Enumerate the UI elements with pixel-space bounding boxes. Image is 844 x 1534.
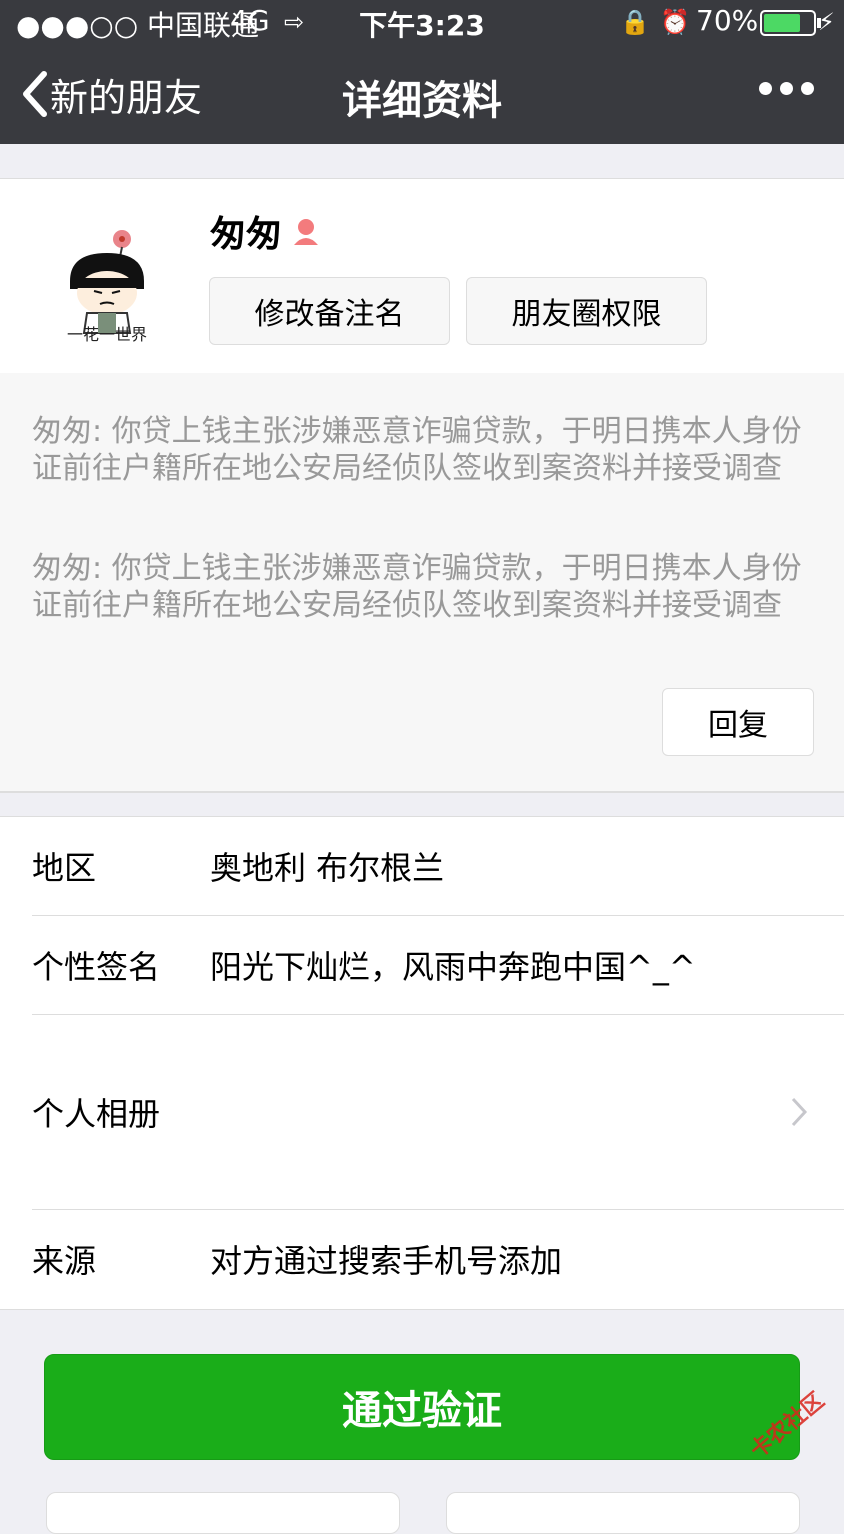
album-label: 个人相册	[32, 1095, 161, 1133]
region-value: 奥地利 布尔根兰	[210, 849, 445, 887]
alarm-icon: ⏰	[660, 8, 690, 36]
contact-name-text: 匆匆	[210, 214, 283, 255]
status-bar: ●●●○○ 中国联通 4G ⇨ 下午3:23 🔒 ⏰ 70% ⚡	[0, 0, 844, 44]
source-row: 来源 对方通过搜索手机号添加	[32, 1210, 844, 1308]
nav-bar: 新的朋友 详细资料	[0, 44, 844, 144]
edit-remark-button[interactable]: 修改备注名	[209, 277, 450, 345]
battery-icon	[760, 10, 826, 43]
source-value: 对方通过搜索手机号添加	[210, 1242, 563, 1280]
region-label: 地区	[32, 849, 97, 887]
message-text: 匆匆: 你贷上钱主张涉嫌恶意诈骗贷款，于明日携本人身份证前往户籍所在地公安局经侦…	[32, 551, 802, 623]
signature-value: 阳光下灿烂，风雨中奔跑中国^_^	[210, 948, 696, 986]
message-text: 匆匆: 你贷上钱主张涉嫌恶意诈骗贷款，于明日携本人身份证前往户籍所在地公安局经侦…	[32, 414, 802, 486]
contact-name: 匆匆	[210, 205, 322, 257]
region-row: 地区 奥地利 布尔根兰	[32, 817, 844, 915]
signature-label: 个性签名	[32, 948, 161, 986]
page-title: 详细资料	[342, 78, 502, 124]
avatar[interactable]: 一花一世界	[32, 201, 182, 351]
bottom-left-button[interactable]	[46, 1492, 400, 1534]
accept-verification-button[interactable]: 通过验证	[44, 1354, 800, 1460]
reply-button[interactable]: 回复	[662, 688, 814, 756]
album-row[interactable]: 个人相册	[32, 1015, 844, 1209]
info-list: 地区 奥地利 布尔根兰 个性签名 阳光下灿烂，风雨中奔跑中国^_^ 个人相册 来…	[0, 816, 844, 1310]
chevron-right-icon	[791, 1097, 808, 1127]
orientation-lock-icon: 🔒	[620, 8, 650, 36]
more-button[interactable]	[759, 82, 814, 95]
charging-icon: ⚡	[818, 8, 835, 36]
profile-card: 一花一世界 匆匆 修改备注名 朋友圈权限	[0, 178, 844, 374]
more-dots-icon	[759, 82, 772, 95]
battery-percent: 70%	[696, 4, 759, 37]
avatar-caption: 一花一世界	[66, 325, 147, 344]
greeting-messages: 匆匆: 你贷上钱主张涉嫌恶意诈骗贷款，于明日携本人身份证前往户籍所在地公安局经侦…	[0, 373, 844, 793]
signature-row: 个性签名 阳光下灿烂，风雨中奔跑中国^_^	[32, 916, 844, 1014]
moments-permission-button[interactable]: 朋友圈权限	[466, 277, 707, 345]
source-label: 来源	[32, 1242, 97, 1280]
bottom-right-button[interactable]	[446, 1492, 800, 1534]
female-icon	[294, 219, 319, 245]
